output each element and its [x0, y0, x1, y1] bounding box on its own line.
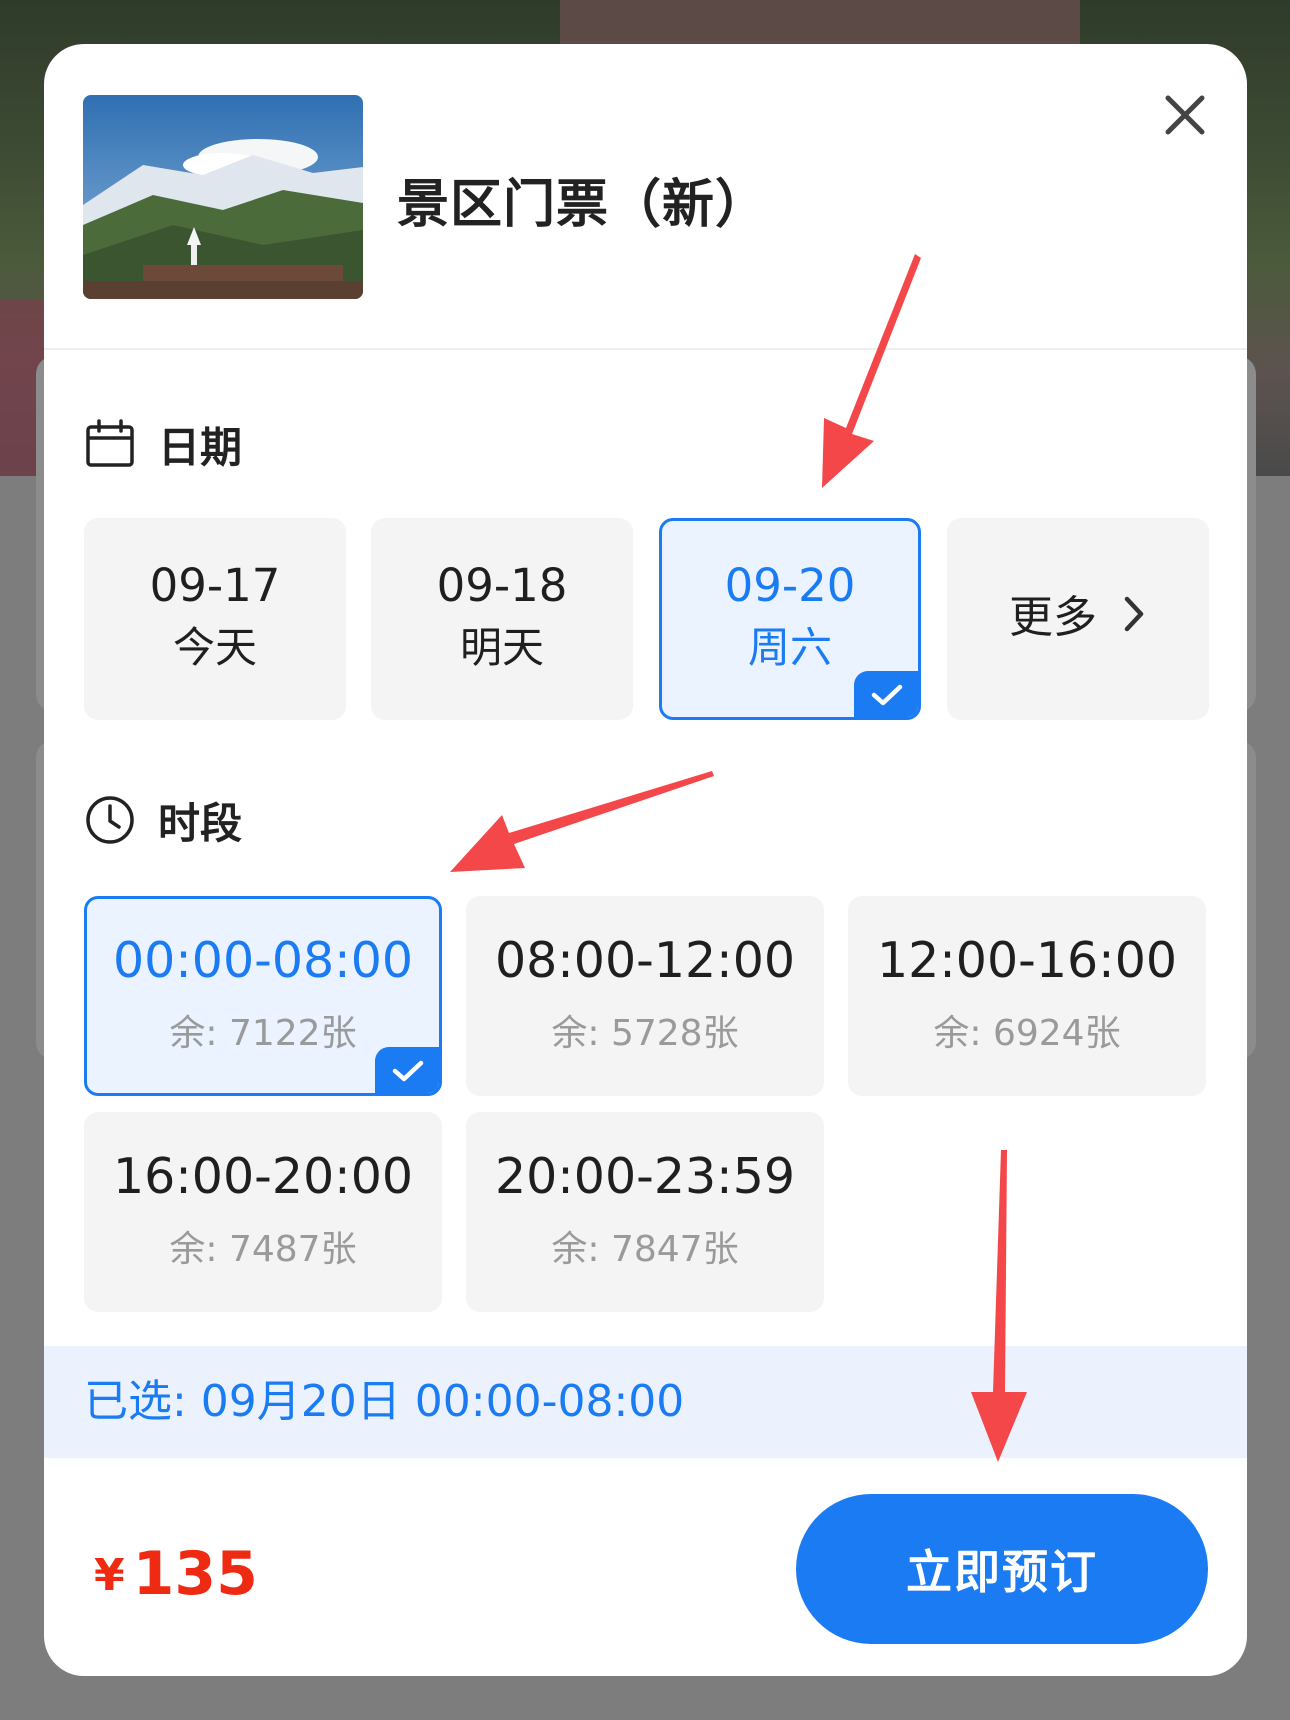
date-option-0918[interactable]: 09-18 明天 — [371, 518, 633, 720]
modal-header: 景区门票（新） — [44, 44, 1247, 350]
date-section-header: 日期 — [84, 414, 242, 474]
slot-remaining: 余: 7487张 — [169, 1229, 357, 1270]
book-now-button[interactable]: 立即预订 — [796, 1494, 1208, 1644]
slot-time: 08:00-12:00 — [494, 932, 796, 989]
ticket-price: ¥135 — [94, 1534, 258, 1629]
more-dates-button[interactable]: 更多 — [947, 518, 1209, 720]
time-slot-1200-1600[interactable]: 12:00-16:00 余: 6924张 — [848, 896, 1206, 1096]
slot-remaining: 余: 6924张 — [933, 1013, 1121, 1054]
price-amount: 135 — [132, 1539, 258, 1609]
date-option-weekday: 明天 — [459, 623, 544, 672]
chevron-right-icon — [1121, 590, 1147, 650]
close-icon[interactable] — [1154, 84, 1216, 146]
slot-time: 20:00-23:59 — [494, 1148, 796, 1205]
time-slot-0800-1200[interactable]: 08:00-12:00 余: 5728张 — [466, 896, 824, 1096]
slot-time: 16:00-20:00 — [112, 1148, 414, 1205]
close-button[interactable] — [1154, 84, 1216, 146]
date-option-0920[interactable]: 09-20 周六 — [659, 518, 921, 720]
slot-time: 00:00-08:00 — [112, 932, 414, 989]
slot-section-label: 时段 — [158, 798, 243, 848]
date-option-date: 09-17 — [149, 559, 281, 612]
checkmark-icon — [871, 684, 903, 706]
date-option-date: 09-20 — [724, 559, 856, 612]
time-slot-2000-2359[interactable]: 20:00-23:59 余: 7847张 — [466, 1112, 824, 1312]
slot-remaining: 余: 7847张 — [551, 1229, 739, 1270]
selection-summary-text: 已选: 09月20日 00:00-08:00 — [84, 1376, 685, 1427]
price-currency: ¥ — [94, 1550, 125, 1601]
date-option-weekday: 今天 — [172, 623, 257, 672]
date-option-date: 09-18 — [436, 559, 568, 612]
product-thumbnail — [83, 95, 363, 299]
date-option-0917[interactable]: 09-17 今天 — [84, 518, 346, 720]
more-dates-label: 更多 — [1009, 592, 1097, 643]
slot-section-header: 时段 — [84, 790, 242, 850]
selection-summary-bar: 已选: 09月20日 00:00-08:00 — [44, 1346, 1247, 1458]
ticket-booking-modal: 景区门票（新） 日期 09-17 今天 09-18 明天 09-20 周六 更多… — [44, 44, 1247, 1676]
date-option-weekday: 周六 — [747, 623, 832, 672]
time-slot-1600-2000[interactable]: 16:00-20:00 余: 7487张 — [84, 1112, 442, 1312]
selected-check-badge — [375, 1047, 439, 1093]
checkmark-icon — [392, 1060, 424, 1082]
slot-time: 12:00-16:00 — [876, 932, 1178, 989]
calendar-icon — [86, 419, 134, 467]
clock-icon — [86, 796, 134, 844]
date-section-label: 日期 — [158, 422, 243, 472]
slot-remaining: 余: 5728张 — [551, 1013, 739, 1054]
time-slot-0000-0800[interactable]: 00:00-08:00 余: 7122张 — [84, 896, 442, 1096]
product-title: 景区门票（新） — [397, 175, 769, 235]
selected-check-badge — [854, 671, 918, 717]
